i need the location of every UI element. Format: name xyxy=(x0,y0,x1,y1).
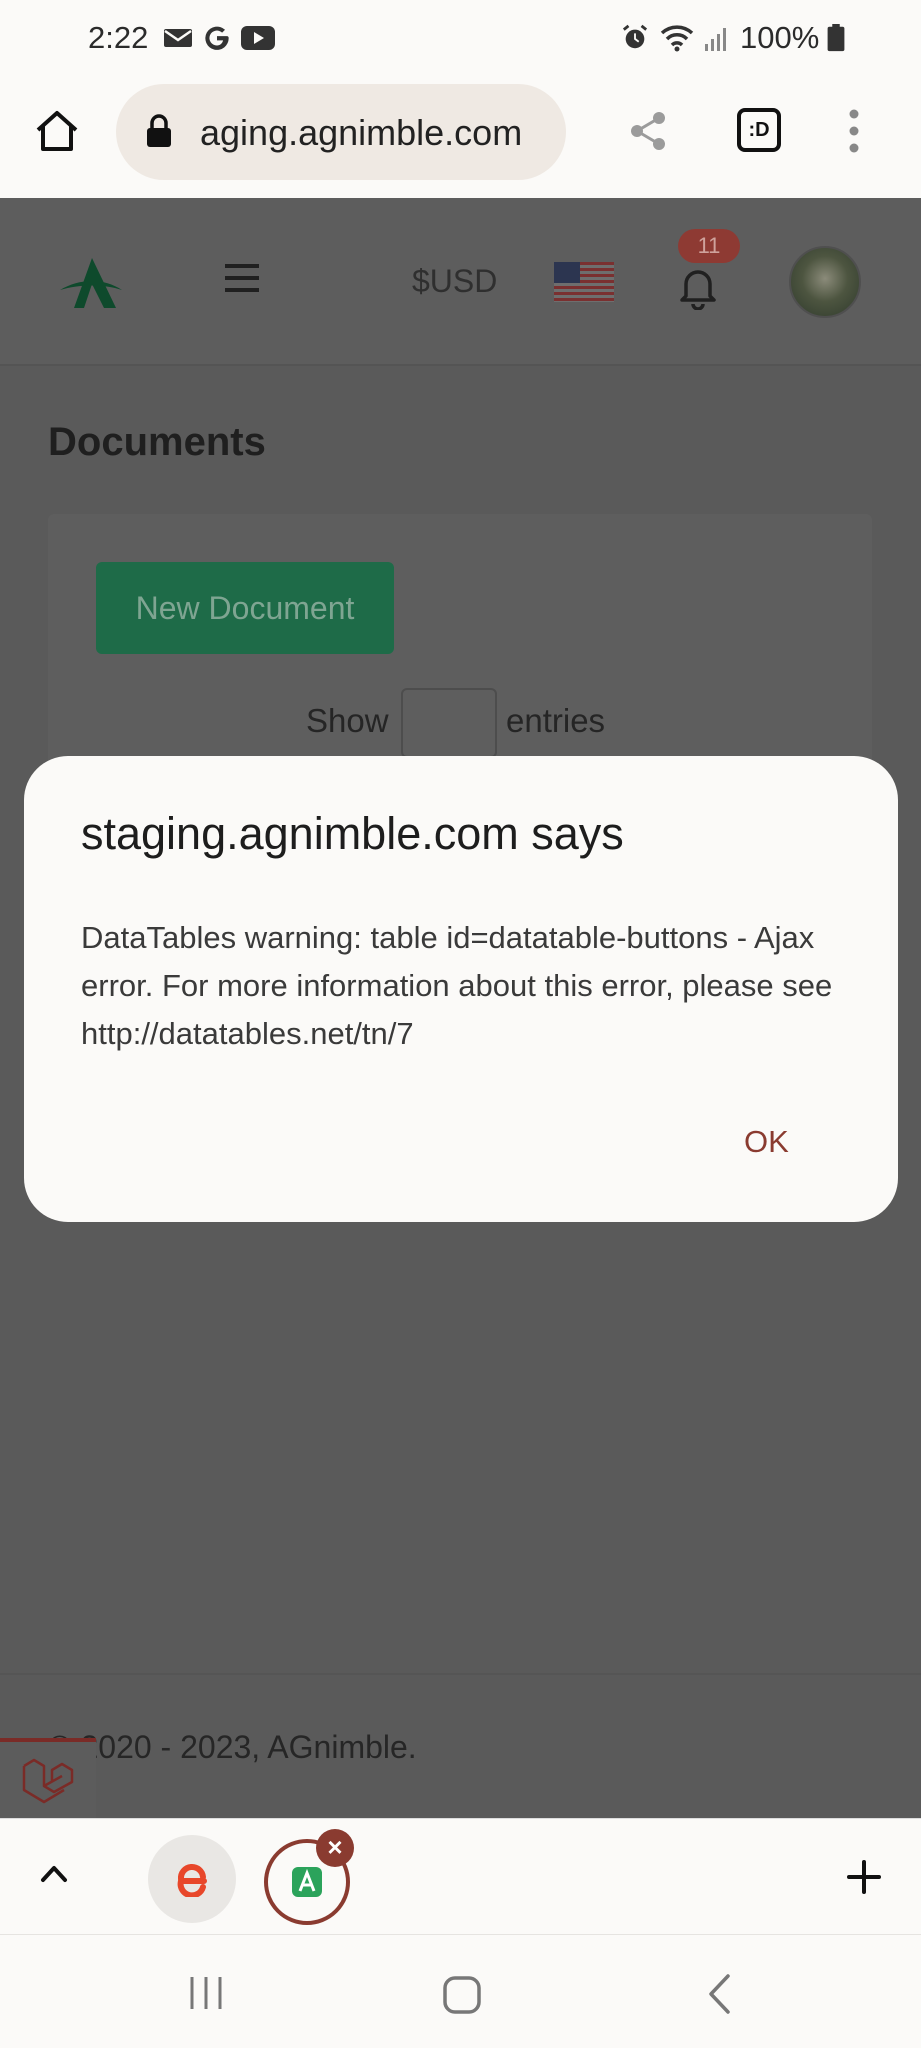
avatar[interactable] xyxy=(789,246,861,318)
battery-percent: 100% xyxy=(740,20,820,55)
tab-e[interactable] xyxy=(148,1835,236,1923)
signal-icon xyxy=(705,28,726,51)
entries-label: entries xyxy=(506,702,606,739)
bell-icon[interactable] xyxy=(678,264,718,310)
home-nav-icon[interactable] xyxy=(442,1975,482,2015)
mail-icon xyxy=(164,29,192,47)
e-favicon-icon xyxy=(177,1863,207,1897)
site-header: $USD 11 xyxy=(0,198,921,366)
footer-copyright: © 2020 - 2023, AGnimble. xyxy=(48,1729,417,1765)
wifi-icon xyxy=(660,25,694,52)
currency-selector[interactable]: $USD xyxy=(412,263,497,300)
youtube-icon xyxy=(241,26,275,50)
lock-icon xyxy=(147,114,171,147)
system-nav-bar xyxy=(0,1934,921,2048)
tab-strip: × xyxy=(0,1818,921,1934)
chevron-up-icon[interactable] xyxy=(40,1863,68,1883)
recent-apps-icon[interactable] xyxy=(186,1975,226,2011)
battery-icon xyxy=(827,24,845,52)
address-bar[interactable]: aging.agnimble.com xyxy=(116,84,566,180)
browser-toolbar: aging.agnimble.com :D xyxy=(0,80,921,198)
debugbar-toggle[interactable] xyxy=(0,1738,96,1818)
notification-badge: 11 xyxy=(678,229,740,263)
footer: © 2020 - 2023, AGnimble. xyxy=(0,1673,921,1818)
alert-dialog: staging.agnimble.com says DataTables war… xyxy=(24,756,898,1222)
close-tab-icon[interactable]: × xyxy=(316,1829,354,1867)
status-time: 2:22 xyxy=(88,20,149,55)
us-flag-icon[interactable] xyxy=(554,262,614,302)
entries-select[interactable] xyxy=(401,688,497,758)
tab-switcher-button[interactable]: :D xyxy=(737,108,781,152)
url-text: aging.agnimble.com xyxy=(200,112,523,153)
status-bar: 2:22 100% xyxy=(0,0,921,80)
home-icon[interactable] xyxy=(34,108,80,154)
page-title: Documents xyxy=(48,420,266,464)
new-document-button[interactable]: New Document xyxy=(96,562,394,654)
back-icon[interactable] xyxy=(706,1973,732,2015)
agnimble-logo[interactable] xyxy=(56,254,126,312)
alarm-icon xyxy=(622,24,648,49)
dialog-title: staging.agnimble.com says xyxy=(81,808,624,859)
a-favicon-icon xyxy=(292,1867,322,1897)
show-label: Show xyxy=(306,702,389,739)
share-icon[interactable] xyxy=(628,110,668,152)
laravel-icon xyxy=(22,1758,74,1804)
dialog-message: DataTables warning: table id=datatable-b… xyxy=(81,920,833,1051)
hamburger-menu-icon[interactable] xyxy=(224,262,260,294)
new-tab-icon[interactable] xyxy=(846,1859,882,1895)
google-icon xyxy=(205,26,229,50)
ok-button[interactable]: OK xyxy=(744,1124,789,1160)
more-menu-icon[interactable] xyxy=(846,108,862,154)
